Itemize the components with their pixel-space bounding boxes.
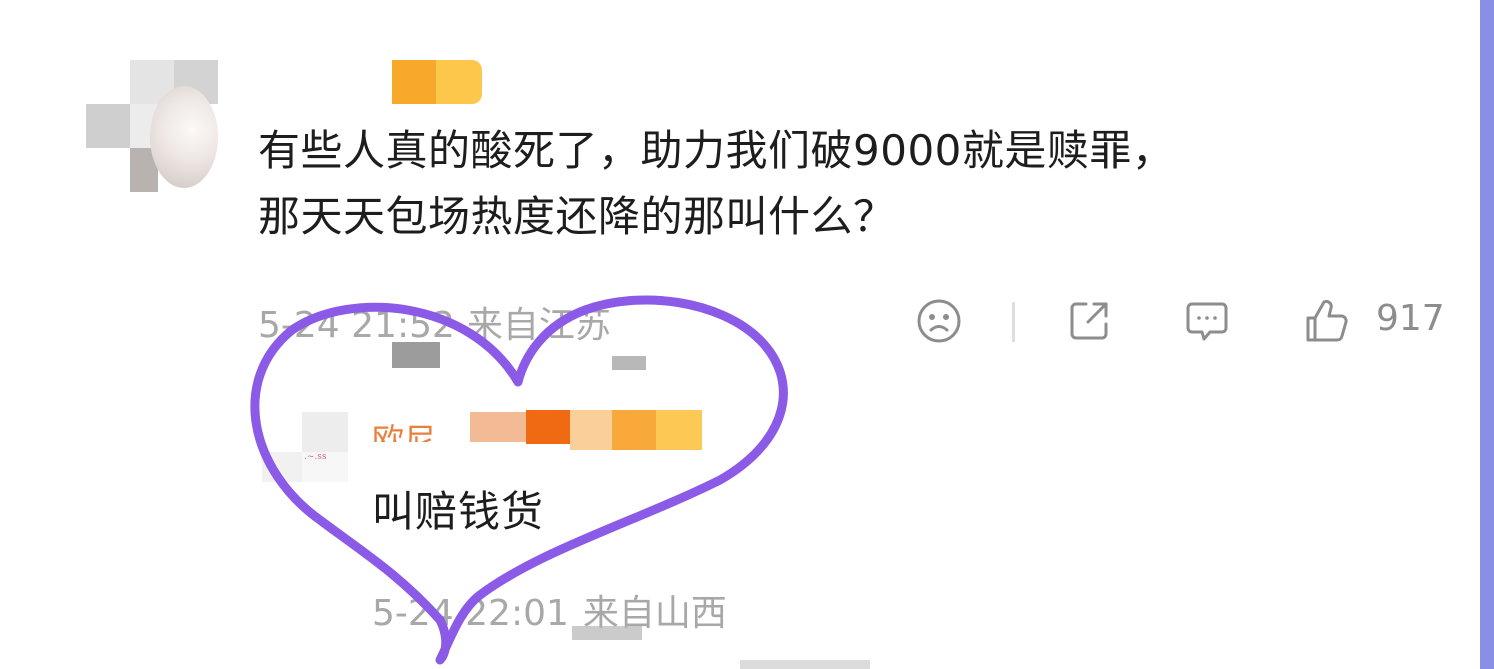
comment-text-line: 有些人真的酸死了，助力我们破9000就是赎罪， [258, 126, 1175, 175]
comment-meta: 5-24 21:52 来自江苏 [258, 296, 611, 348]
username-pixel [470, 412, 526, 442]
reply-date: 5-24 22:01 [372, 593, 569, 634]
share-icon[interactable] [1064, 296, 1114, 346]
username-pixel [526, 410, 570, 444]
redaction-block [572, 626, 642, 640]
sad-face-icon[interactable] [914, 296, 964, 346]
thumbs-up-icon[interactable] [1302, 296, 1352, 346]
blur-patch [900, 546, 1440, 636]
username-pixel [570, 410, 612, 450]
reply-username[interactable]: 欧尼 [372, 412, 436, 442]
comment-text: 有些人真的酸死了，助力我们破9000就是赎罪， 那天天包场热度还降的那叫什么？ [258, 118, 1398, 250]
like-count: 917 [1376, 298, 1445, 339]
avatar-pixel [262, 452, 302, 482]
comment-date: 5-24 21:52 [258, 305, 455, 346]
avatar-photo [150, 86, 218, 188]
redaction-block [612, 356, 646, 370]
username-pixel [612, 410, 656, 450]
redaction-block [740, 660, 870, 669]
comment-icon[interactable] [1182, 296, 1232, 346]
avatar-pixel [86, 104, 130, 148]
username-pixel [656, 410, 702, 450]
comment-location: 来自江苏 [466, 305, 611, 346]
username-pixel [436, 60, 482, 104]
username-pixel [392, 60, 436, 104]
avatar-pixel: .~.ss [304, 452, 327, 462]
right-edge-bar [1480, 0, 1494, 669]
action-divider [1012, 302, 1015, 342]
reply-meta: 5-24 22:01 来自山西 [372, 584, 727, 636]
avatar-pixel [302, 412, 348, 452]
reply-text: 叫赔钱货 [372, 487, 545, 536]
comment-text-line: 那天天包场热度还降的那叫什么？ [258, 192, 896, 241]
redaction-block [392, 342, 440, 368]
